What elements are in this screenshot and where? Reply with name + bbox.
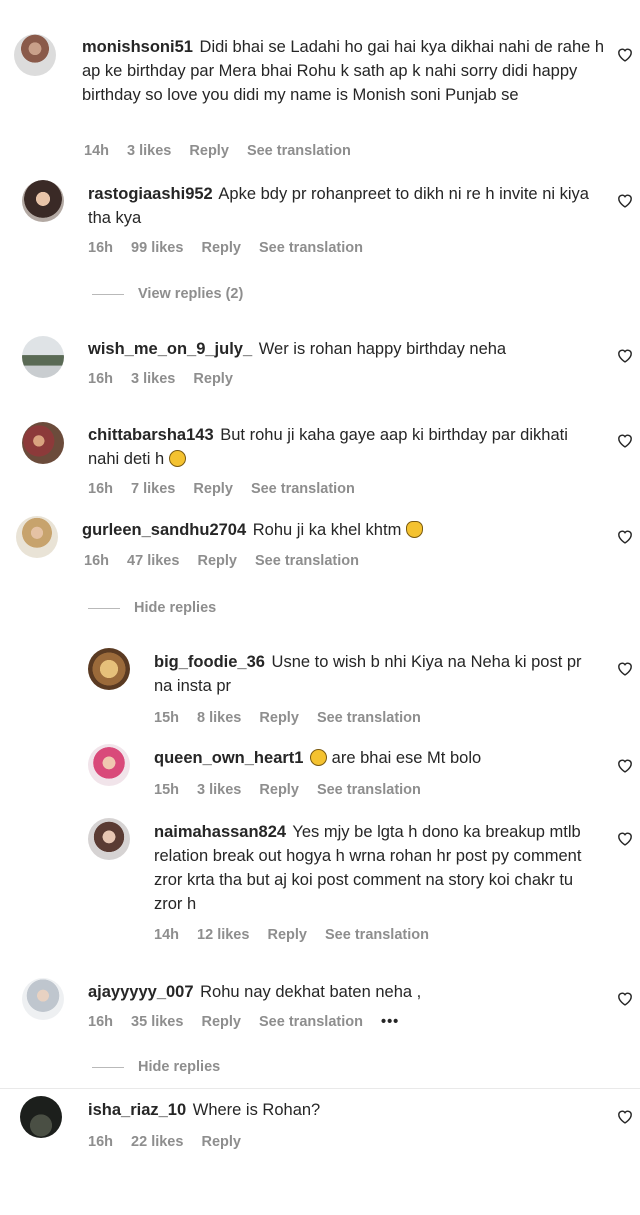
timestamp: 14h — [84, 143, 109, 159]
hide-replies-label: Hide replies — [138, 1059, 221, 1075]
comment-meta: 16h 35 likes Reply See translation ••• — [88, 1014, 413, 1030]
username[interactable]: naimahassan824 — [154, 823, 286, 841]
likes-count[interactable]: 3 likes — [197, 782, 241, 798]
comment-text: Wer is rohan happy birthday neha — [258, 340, 507, 358]
timestamp: 16h — [88, 240, 113, 256]
reply-button[interactable]: Reply — [267, 927, 307, 943]
timestamp: 16h — [88, 371, 113, 387]
see-translation-button[interactable]: See translation — [325, 927, 429, 943]
username[interactable]: ajayyyyy_007 — [88, 983, 194, 1001]
username[interactable]: monishsoni51 — [82, 38, 193, 56]
comment-meta: 16h 3 likes Reply — [88, 371, 247, 387]
avatar[interactable] — [16, 516, 58, 558]
timestamp: 14h — [154, 927, 179, 943]
replies-line — [92, 293, 124, 295]
timestamp: 16h — [88, 481, 113, 497]
reply-button[interactable]: Reply — [259, 782, 299, 798]
heart-outline-icon[interactable] — [616, 528, 634, 544]
more-options-icon[interactable]: ••• — [381, 1014, 399, 1030]
likes-count[interactable]: 7 likes — [131, 481, 175, 497]
avatar[interactable] — [14, 34, 56, 76]
hide-replies-label: Hide replies — [134, 600, 217, 616]
username[interactable]: rastogiaashi952 — [88, 185, 213, 203]
likes-count[interactable]: 3 likes — [127, 143, 171, 159]
username[interactable]: chittabarsha143 — [88, 426, 214, 444]
reply-button[interactable]: Reply — [189, 143, 229, 159]
reply-button[interactable]: Reply — [201, 1134, 241, 1150]
timestamp: 16h — [88, 1134, 113, 1150]
see-translation-button[interactable]: See translation — [255, 553, 359, 569]
crying-face-emoji — [310, 749, 328, 766]
replies-line — [88, 607, 120, 609]
avatar[interactable] — [22, 180, 64, 222]
comment-meta: 15h 8 likes Reply See translation — [154, 710, 435, 726]
comment-meta: 16h 47 likes Reply See translation — [84, 553, 373, 569]
comment-meta: 14h 12 likes Reply See translation — [154, 927, 443, 943]
see-translation-button[interactable]: See translation — [247, 143, 351, 159]
see-translation-button[interactable]: See translation — [317, 782, 421, 798]
heart-outline-icon[interactable] — [616, 660, 634, 676]
timestamp: 15h — [154, 710, 179, 726]
username[interactable]: isha_riaz_10 — [88, 1101, 186, 1119]
timestamp: 16h — [84, 553, 109, 569]
reply-button[interactable]: Reply — [259, 710, 299, 726]
reply-button[interactable]: Reply — [193, 371, 233, 387]
heart-outline-icon[interactable] — [616, 990, 634, 1006]
view-replies-button[interactable]: View replies (2) — [92, 286, 243, 302]
heart-outline-icon[interactable] — [616, 1108, 634, 1124]
heart-outline-icon[interactable] — [616, 757, 634, 773]
avatar[interactable] — [20, 1096, 62, 1138]
comment-meta: 15h 3 likes Reply See translation — [154, 782, 435, 798]
timestamp: 16h — [88, 1014, 113, 1030]
hide-replies-button[interactable]: Hide replies — [92, 1059, 220, 1075]
view-replies-label: View replies (2) — [138, 286, 244, 302]
heart-outline-icon[interactable] — [616, 347, 634, 363]
username[interactable]: wish_me_on_9_july_ — [88, 340, 252, 358]
avatar[interactable] — [22, 978, 64, 1020]
avatar[interactable] — [88, 648, 130, 690]
comment-meta: 16h 99 likes Reply See translation — [88, 240, 377, 256]
comment-meta: 16h 22 likes Reply — [88, 1134, 255, 1150]
see-translation-button[interactable]: See translation — [251, 481, 355, 497]
see-translation-button[interactable]: See translation — [259, 240, 363, 256]
avatar[interactable] — [88, 818, 130, 860]
username[interactable]: big_foodie_36 — [154, 653, 265, 671]
divider — [0, 1088, 640, 1089]
reply-button[interactable]: Reply — [201, 240, 241, 256]
likes-count[interactable]: 35 likes — [131, 1014, 183, 1030]
comment-text: Rohu nay dekhat baten neha , — [200, 983, 422, 1001]
avatar[interactable] — [22, 336, 64, 378]
see-translation-button[interactable]: See translation — [259, 1014, 363, 1030]
comment-meta: 14h 3 likes Reply See translation — [84, 143, 365, 159]
reply-button[interactable]: Reply — [193, 481, 233, 497]
likes-count[interactable]: 99 likes — [131, 240, 183, 256]
avatar[interactable] — [88, 744, 130, 786]
timestamp: 15h — [154, 782, 179, 798]
heart-outline-icon[interactable] — [616, 192, 634, 208]
comment-text: Rohu ji ka khel khtm — [252, 521, 402, 539]
avatar[interactable] — [22, 422, 64, 464]
reply-button[interactable]: Reply — [201, 1014, 241, 1030]
replies-line — [92, 1066, 124, 1068]
username[interactable]: gurleen_sandhu2704 — [82, 521, 246, 539]
comment-meta: 16h 7 likes Reply See translation — [88, 481, 369, 497]
reply-button[interactable]: Reply — [197, 553, 237, 569]
sad-face-emoji — [168, 450, 186, 467]
heart-outline-icon[interactable] — [616, 432, 634, 448]
likes-count[interactable]: 47 likes — [127, 553, 179, 569]
likes-count[interactable]: 12 likes — [197, 927, 249, 943]
comment-text: Where is Rohan? — [192, 1101, 321, 1119]
username[interactable]: queen_own_heart1 — [154, 749, 303, 767]
hide-replies-button[interactable]: Hide replies — [88, 600, 216, 616]
see-translation-button[interactable]: See translation — [317, 710, 421, 726]
heart-outline-icon[interactable] — [616, 830, 634, 846]
heart-outline-icon[interactable] — [616, 46, 634, 62]
likes-count[interactable]: 8 likes — [197, 710, 241, 726]
comment-text: are bhai ese Mt bolo — [331, 749, 482, 767]
likes-count[interactable]: 22 likes — [131, 1134, 183, 1150]
likes-count[interactable]: 3 likes — [131, 371, 175, 387]
clapping-hands-emoji — [405, 521, 423, 538]
